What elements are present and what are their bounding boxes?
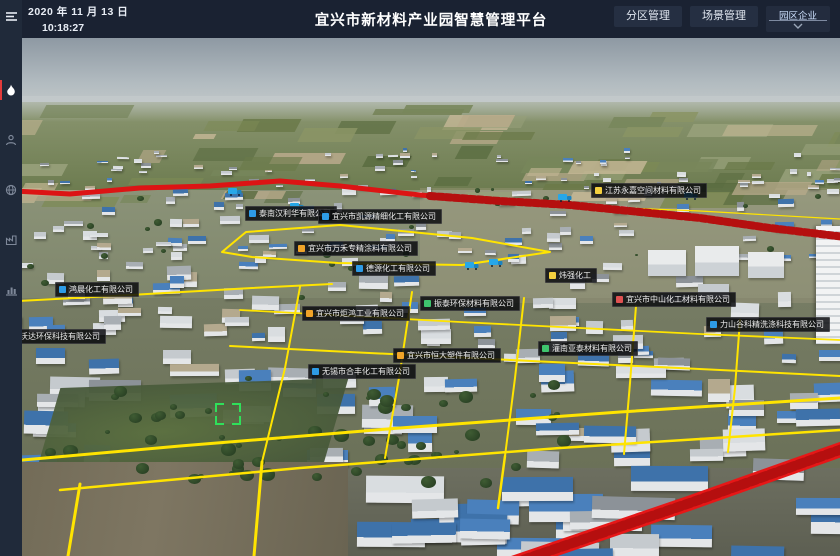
company-label[interactable]: 德源化工有限公司 xyxy=(352,261,436,276)
company-name: 振泰环保材料有限公司 xyxy=(434,298,514,309)
company-name: 德源化工有限公司 xyxy=(366,263,430,274)
factory-icon[interactable] xyxy=(0,228,22,252)
selection-target-brackets xyxy=(215,403,241,425)
company-name: 宜兴市万禾专精涂料有限公司 xyxy=(308,243,412,254)
header-actions: 分区管理 场景管理 园区企业 xyxy=(614,6,830,32)
company-marker-icon xyxy=(710,321,717,328)
company-label[interactable]: 宜兴市凯源精细化工有限公司 xyxy=(318,209,442,224)
company-marker-icon xyxy=(322,213,329,220)
user-icon[interactable] xyxy=(0,128,22,152)
company-marker-icon xyxy=(249,210,256,217)
company-name: 灌南亚泰材料有限公司 xyxy=(552,343,632,354)
company-marker-icon xyxy=(424,300,431,307)
company-label[interactable]: 无锡市合丰化工有限公司 xyxy=(308,364,416,379)
company-label[interactable]: 宜兴市恒大塑件有限公司 xyxy=(393,348,501,363)
company-label[interactable]: 鸿晨化工有限公司 xyxy=(55,282,139,297)
chevron-down-icon xyxy=(793,23,803,29)
company-name: 江苏永嘉空间材料有限公司 xyxy=(605,185,701,196)
company-marker-icon xyxy=(59,286,66,293)
park-enterprise-dropdown[interactable]: 园区企业 xyxy=(766,6,830,32)
company-marker-icon xyxy=(306,310,313,317)
company-marker-icon xyxy=(397,352,404,359)
dropdown-divider xyxy=(769,20,827,21)
menu-icon[interactable] xyxy=(0,4,22,28)
bar-chart-icon[interactable] xyxy=(0,278,22,302)
company-label[interactable]: 宜兴市万禾专精涂料有限公司 xyxy=(294,241,418,256)
company-label[interactable]: 振泰环保材料有限公司 xyxy=(420,296,520,311)
company-name: 力山谷科精洗涤科技有限公司 xyxy=(720,319,824,330)
company-marker-icon xyxy=(549,272,556,279)
company-name: 沃达环保科技有限公司 xyxy=(20,331,100,342)
company-name: 宜兴市恒大塑件有限公司 xyxy=(407,350,495,361)
company-name: 宜兴市炬鸿工业有限公司 xyxy=(316,308,404,319)
company-label[interactable]: 宜兴市中山化工材料有限公司 xyxy=(612,292,736,307)
company-label[interactable]: 江苏永嘉空间材料有限公司 xyxy=(591,183,707,198)
company-marker-icon xyxy=(312,368,319,375)
company-name: 无锡市合丰化工有限公司 xyxy=(322,366,410,377)
globe-icon[interactable] xyxy=(0,178,22,202)
company-label[interactable]: 宜兴市炬鸿工业有限公司 xyxy=(302,306,410,321)
company-name: 宜兴市中山化工材料有限公司 xyxy=(626,294,730,305)
truck-icon[interactable] xyxy=(228,183,243,201)
company-label[interactable]: 灌南亚泰材料有限公司 xyxy=(538,341,638,356)
company-name: 炜强化工 xyxy=(559,270,591,281)
company-name: 宜兴市凯源精细化工有限公司 xyxy=(332,211,436,222)
truck-icon[interactable] xyxy=(489,254,504,272)
top-header-bar: 2020 年 11 月 13 日 10:18:27 宜兴市新材料产业园智慧管理平… xyxy=(22,0,840,38)
company-name: 鸿晨化工有限公司 xyxy=(69,284,133,295)
truck-icon[interactable] xyxy=(465,257,480,275)
company-marker-icon xyxy=(542,345,549,352)
zone-management-button[interactable]: 分区管理 xyxy=(614,6,682,27)
company-label[interactable]: 力山谷科精洗涤科技有限公司 xyxy=(706,317,830,332)
company-marker-icon xyxy=(616,296,623,303)
app-window: 泰南汉利华有限公司宜兴市凯源精细化工有限公司江苏永嘉空间材料有限公司宜兴市万禾专… xyxy=(0,0,840,556)
company-marker-icon xyxy=(298,245,305,252)
company-label[interactable]: 炜强化工 xyxy=(545,268,597,283)
left-toolbar xyxy=(0,0,22,556)
company-marker-icon xyxy=(595,187,602,194)
company-marker-icon xyxy=(356,265,363,272)
map-3d-view[interactable]: 泰南汉利华有限公司宜兴市凯源精细化工有限公司江苏永嘉空间材料有限公司宜兴市万禾专… xyxy=(0,38,840,556)
scene-management-button[interactable]: 场景管理 xyxy=(690,6,758,27)
flame-icon[interactable] xyxy=(0,78,22,102)
truck-icon[interactable] xyxy=(558,189,573,207)
